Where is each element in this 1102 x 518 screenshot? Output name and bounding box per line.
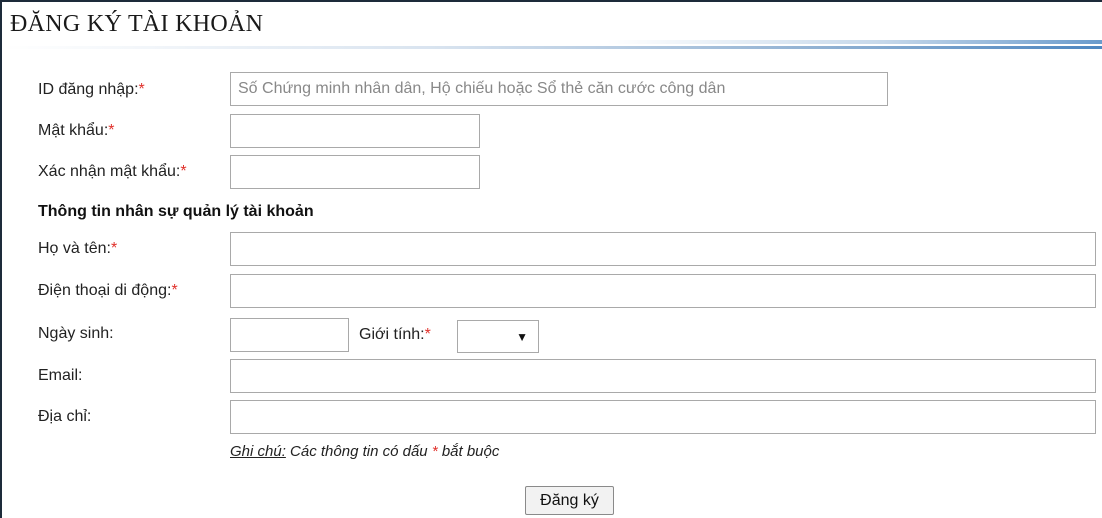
password-label: Mật khẩu:* [38,122,115,139]
required-marker: * [108,122,115,139]
note-label: Ghi chú: [230,443,286,460]
note-text-before: Các thông tin có dấu [285,443,432,460]
page-header: ĐĂNG KÝ TÀI KHOẢN [2,0,1102,49]
mobile-phone-input[interactable] [230,274,1096,308]
address-input[interactable] [230,400,1096,434]
login-id-label: ID đăng nhập:* [38,81,145,98]
required-marker: * [424,326,431,343]
birth-date-label: Ngày sinh: [38,325,114,342]
chevron-down-icon: ▼ [516,330,528,344]
full-name-label: Họ và tên:* [38,240,118,257]
password-input[interactable] [230,114,480,148]
required-marker: * [171,282,178,299]
note-text-after: bắt buộc [437,443,500,460]
required-marker: * [110,240,118,257]
gender-label: Giới tính:* [359,326,431,343]
register-button[interactable]: Đăng ký [525,486,614,515]
header-accent-line [2,40,1102,44]
required-marker: * [138,81,145,98]
birth-date-input[interactable] [230,318,349,352]
full-name-input[interactable] [230,232,1096,266]
email-input[interactable] [230,359,1096,393]
required-marker: * [180,163,187,180]
address-label: Địa chỉ: [38,408,92,425]
required-note: Ghi chú: Các thông tin có dấu * bắt buộc [230,443,499,460]
confirm-password-label: Xác nhận mật khẩu:* [38,163,187,180]
gender-select[interactable]: ▼ [457,320,539,353]
header-divider [2,46,1102,49]
email-label: Email: [38,367,83,384]
section-title: Thông tin nhân sự quản lý tài khoản [38,203,314,220]
confirm-password-input[interactable] [230,155,480,189]
mobile-phone-label: Điện thoại di động:* [38,282,178,299]
login-id-input[interactable] [230,72,888,106]
page-title: ĐĂNG KÝ TÀI KHOẢN [10,11,264,37]
